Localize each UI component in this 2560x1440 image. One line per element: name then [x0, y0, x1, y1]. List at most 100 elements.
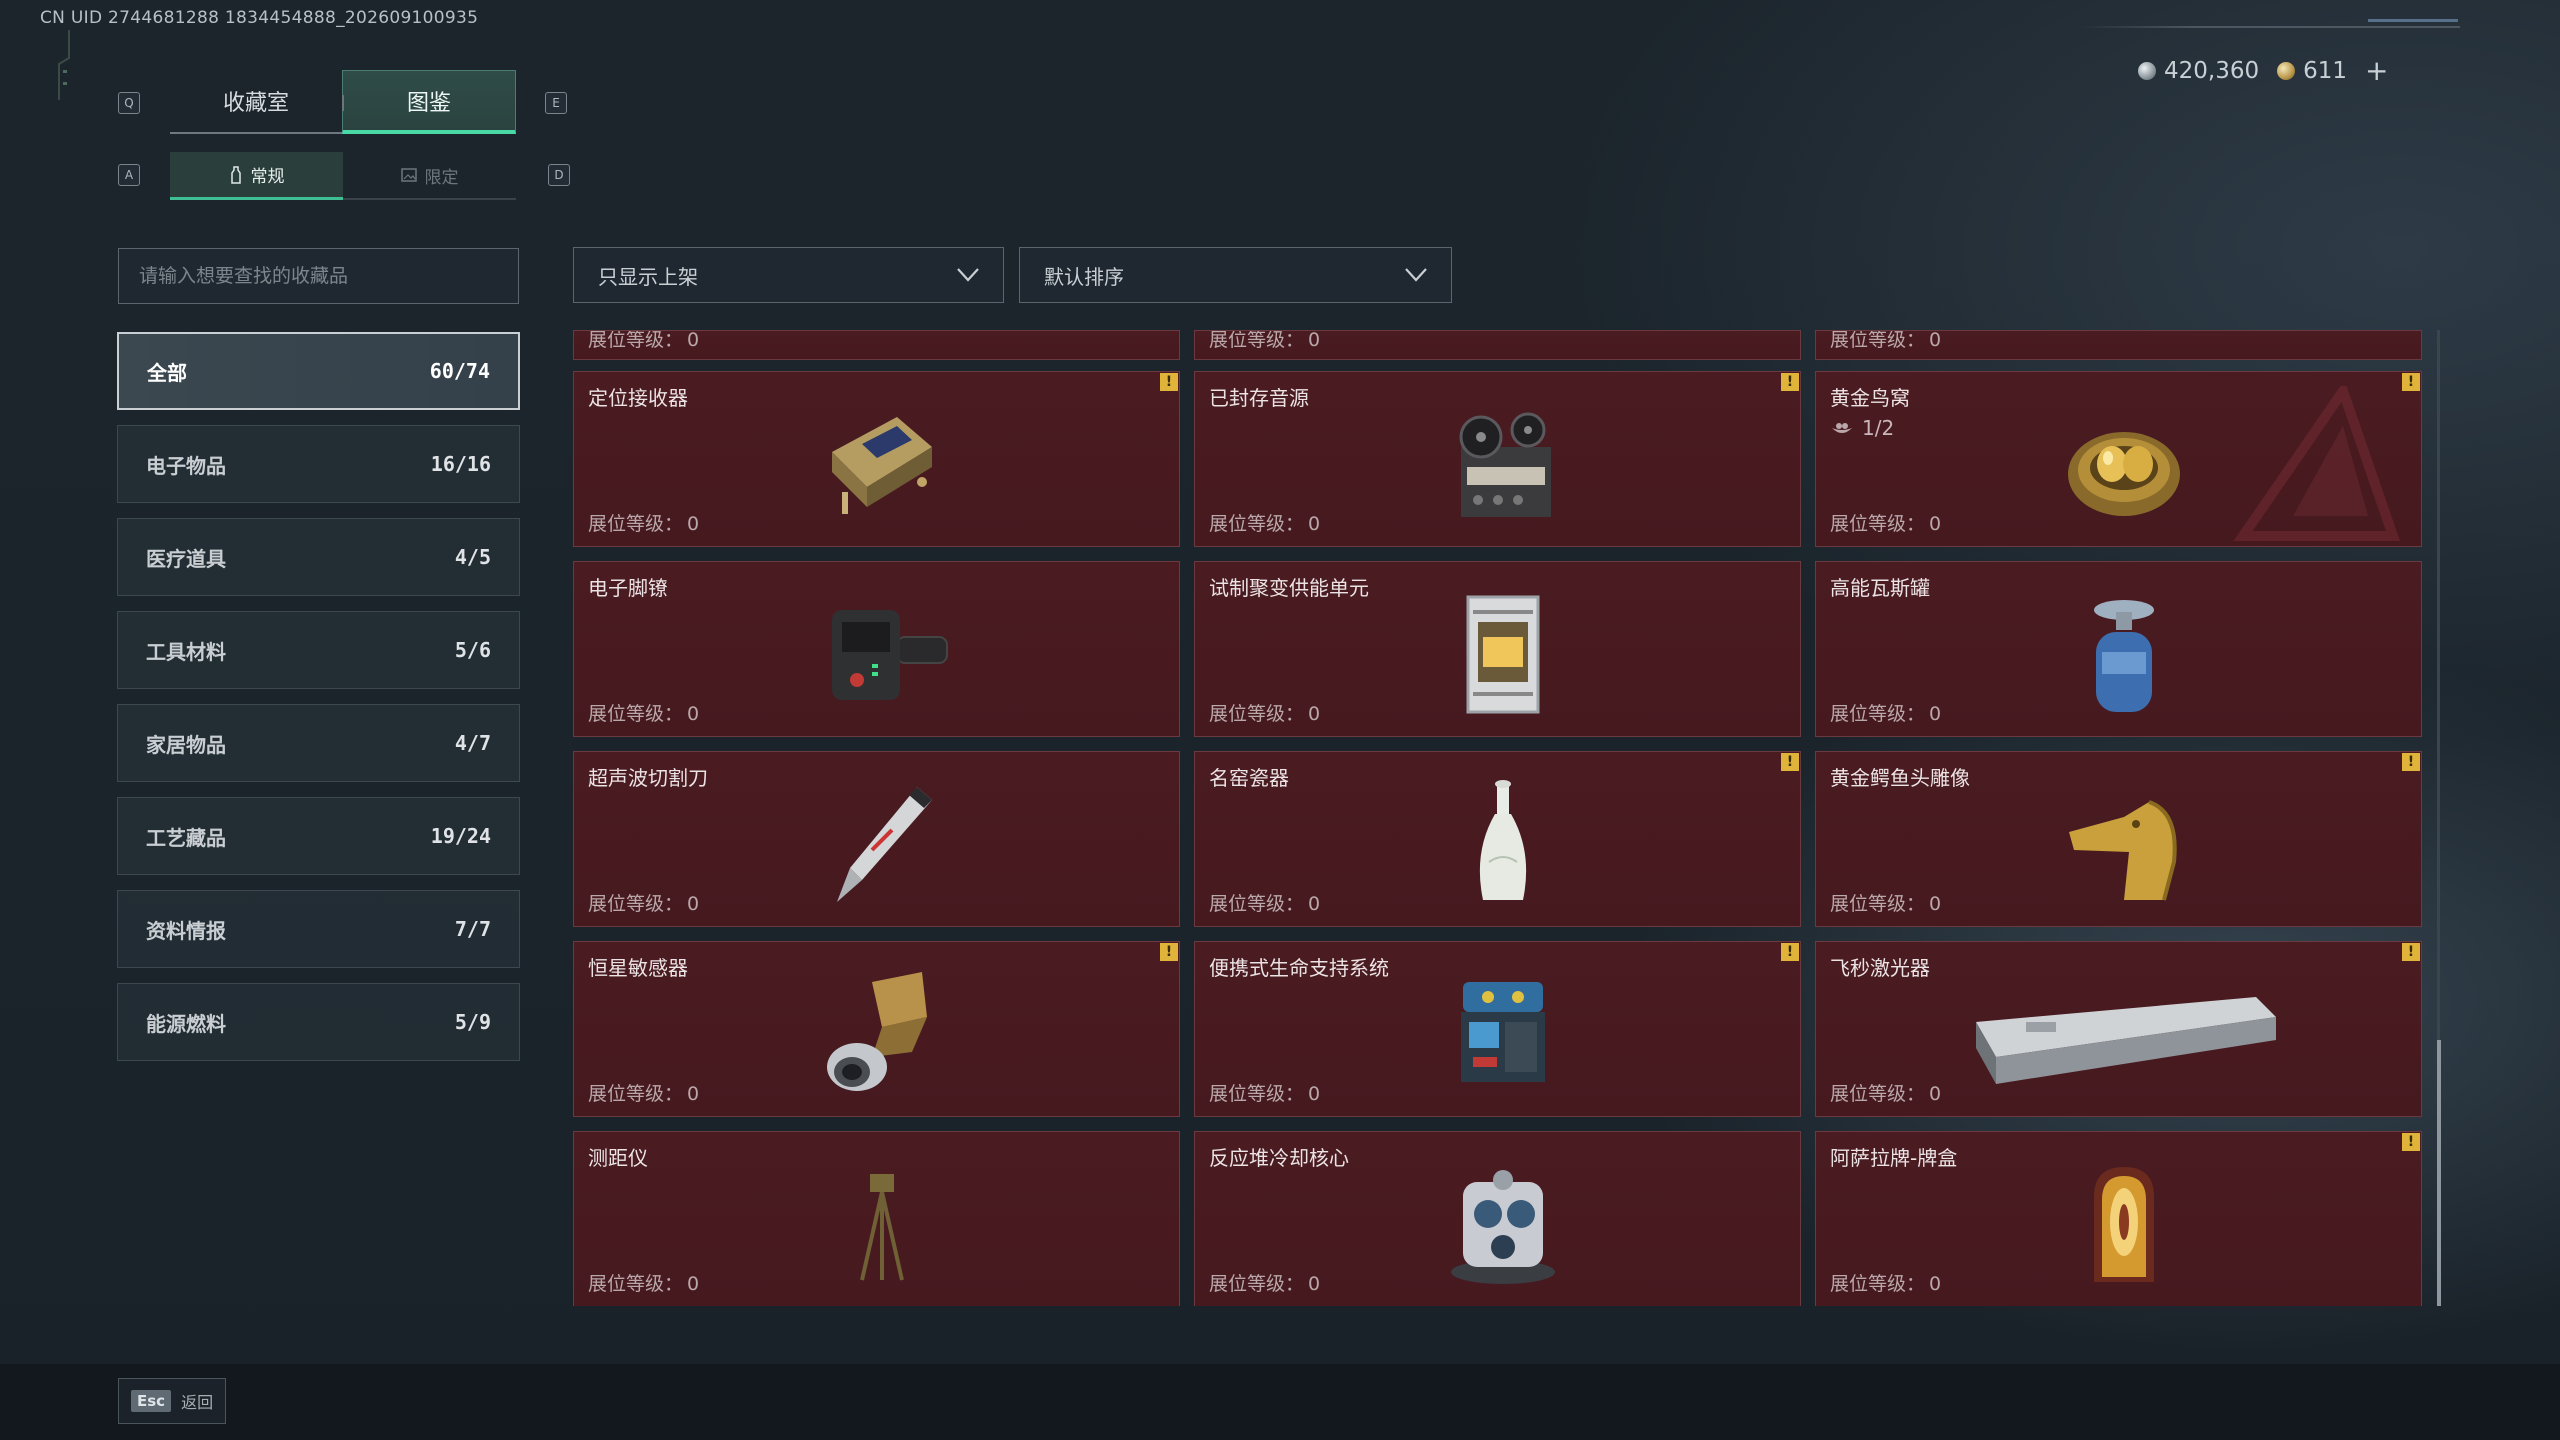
- item-card[interactable]: 已封存音源 ! 展位等级： 0: [1194, 371, 1801, 547]
- filter-dropdown[interactable]: 只显示上架: [573, 247, 1004, 303]
- display-level: 展位等级： 0: [588, 513, 700, 535]
- category-crafts[interactable]: 工艺藏品 19/24: [117, 797, 520, 875]
- category-count: 4/5: [454, 545, 491, 569]
- tab-collection-room[interactable]: 收藏室: [170, 70, 342, 134]
- item-name: 阿萨拉牌-牌盒: [1830, 1146, 1958, 1170]
- item-name: 电子脚镣: [588, 576, 668, 600]
- subtab-label: 常规: [250, 167, 285, 187]
- add-currency-button[interactable]: +: [2365, 54, 2388, 87]
- item-name: 超声波切割刀: [588, 766, 708, 790]
- category-medical[interactable]: 医疗道具 4/5: [117, 518, 520, 596]
- filter-value: 只显示上架: [598, 264, 698, 289]
- category-all[interactable]: 全部 60/74: [117, 332, 520, 410]
- reel-recorder-icon: [1459, 412, 1551, 517]
- uid-watermark: CN UID 2744681288 1834454888_20260910093…: [40, 8, 479, 28]
- display-level: 展位等级： 0: [1209, 513, 1321, 535]
- grid-scrollbar-thumb[interactable]: [2437, 1040, 2441, 1306]
- item-name: 黄金鸟窝: [1830, 386, 1910, 410]
- progress-count: 1/2: [1862, 416, 1895, 440]
- back-button[interactable]: Esc 返回: [118, 1378, 227, 1424]
- item-card-partial[interactable]: 展位等级： 0: [1194, 330, 1801, 360]
- sub-tabs: 常规 限定: [170, 152, 516, 200]
- item-grid: 展位等级： 0 展位等级： 0 展位等级： 0 定位接收器 ! 展位等级： 0 已封存音…: [572, 330, 2426, 1306]
- display-level: 展位等级： 0: [588, 330, 700, 351]
- item-card[interactable]: 阿萨拉牌-牌盒 ! 展位等级： 0: [1815, 1131, 2422, 1306]
- new-badge: !: [1781, 943, 1799, 961]
- silver-amount: 420,360: [2164, 57, 2260, 84]
- item-card[interactable]: 超声波切割刀 展位等级： 0: [573, 751, 1180, 927]
- item-card[interactable]: 黄金鳄鱼头雕像 ! 展位等级： 0: [1815, 751, 2422, 927]
- item-card[interactable]: 电子脚镣 展位等级： 0: [573, 561, 1180, 737]
- topbar-accent: [2368, 19, 2458, 22]
- display-level: 展位等级： 0: [588, 893, 700, 915]
- item-card[interactable]: 名窑瓷器 ! 展位等级： 0: [1194, 751, 1801, 927]
- item-card-partial[interactable]: 展位等级： 0: [1815, 330, 2422, 360]
- tab-codex[interactable]: 图鉴: [342, 70, 516, 134]
- new-badge: !: [2402, 373, 2420, 391]
- item-card[interactable]: 黄金鸟窝 1/2 ! 展位等级： 0: [1815, 371, 2422, 547]
- item-card-partial[interactable]: 展位等级： 0: [573, 330, 1180, 360]
- display-level: 展位等级： 0: [1830, 1273, 1942, 1295]
- new-badge: !: [1781, 753, 1799, 771]
- image-frame-icon: [400, 168, 417, 182]
- item-card[interactable]: 试制聚变供能单元 展位等级： 0: [1194, 561, 1801, 737]
- silver-balance: 420,360: [2138, 58, 2259, 84]
- item-card[interactable]: 反应堆冷却核心 展位等级： 0: [1194, 1131, 1801, 1306]
- item-card[interactable]: 测距仪 展位等级： 0: [573, 1131, 1180, 1306]
- category-household[interactable]: 家居物品 4/7: [117, 704, 520, 782]
- category-energy[interactable]: 能源燃料 5/9: [117, 983, 520, 1061]
- item-name: 名窑瓷器: [1209, 766, 1289, 790]
- collection-progress: 1/2: [1830, 416, 1894, 440]
- tab-label: 图鉴: [406, 90, 451, 116]
- gold-balance: 611: [2277, 58, 2347, 84]
- category-name: 资料情报: [146, 918, 226, 943]
- femtosecond-laser-icon: [1976, 997, 2276, 1084]
- item-name: 恒星敏感器: [588, 956, 688, 980]
- category-count: 5/9: [454, 1010, 491, 1034]
- reactor-core-icon: [1451, 1170, 1555, 1284]
- category-count: 19/24: [430, 824, 491, 848]
- item-card[interactable]: 定位接收器 ! 展位等级： 0: [573, 371, 1180, 547]
- new-badge: !: [2402, 1133, 2420, 1151]
- display-level: 展位等级： 0: [1209, 1083, 1321, 1105]
- category-name: 工艺藏品: [146, 825, 226, 850]
- item-card[interactable]: 高能瓦斯罐 展位等级： 0: [1815, 561, 2422, 737]
- category-electronics[interactable]: 电子物品 16/16: [117, 425, 520, 503]
- sort-value: 默认排序: [1044, 264, 1124, 289]
- display-level: 展位等级： 0: [1209, 330, 1321, 351]
- subtab-regular[interactable]: 常规: [170, 152, 343, 200]
- item-card[interactable]: 飞秒激光器 ! 展位等级： 0: [1815, 941, 2422, 1117]
- category-tools[interactable]: 工具材料 5/6: [117, 611, 520, 689]
- hotkey-next-tab[interactable]: E: [545, 92, 567, 114]
- esc-key-label: Esc: [131, 1390, 172, 1412]
- star-sensor-icon: [827, 972, 927, 1091]
- category-list: 全部 60/74 电子物品 16/16 医疗道具 4/5 工具材料 5/6 家居…: [117, 332, 520, 1076]
- sort-dropdown[interactable]: 默认排序: [1019, 247, 1452, 303]
- bottom-bar: [0, 1364, 2560, 1440]
- faction-logo-watermark: [2233, 386, 2401, 541]
- topbar-divider: [2080, 26, 2460, 28]
- new-badge: !: [1160, 943, 1178, 961]
- fusion-cell-icon: [1466, 595, 1540, 714]
- gold-coin-icon: [2277, 61, 2296, 80]
- item-name: 飞秒激光器: [1830, 956, 1930, 980]
- category-name: 家居物品: [146, 732, 226, 757]
- hotkey-next-subtab[interactable]: D: [548, 164, 570, 186]
- display-level: 展位等级： 0: [1209, 1273, 1321, 1295]
- display-level: 展位等级： 0: [1830, 1083, 1942, 1105]
- ankle-monitor-icon: [832, 610, 948, 700]
- gold-amount: 611: [2303, 57, 2348, 84]
- category-intel[interactable]: 资料情报 7/7: [117, 890, 520, 968]
- display-level: 展位等级： 0: [1830, 893, 1942, 915]
- hotkey-prev-tab[interactable]: Q: [118, 92, 140, 114]
- search-input[interactable]: [118, 248, 519, 304]
- subtab-limited[interactable]: 限定: [343, 152, 516, 200]
- item-card[interactable]: 恒星敏感器 ! 展位等级： 0: [573, 941, 1180, 1117]
- display-level: 展位等级： 0: [588, 1083, 700, 1105]
- new-badge: !: [1160, 373, 1178, 391]
- main-tabs: 收藏室 图鉴: [170, 70, 516, 134]
- display-level: 展位等级： 0: [1209, 703, 1321, 725]
- display-level: 展位等级： 0: [1209, 893, 1321, 915]
- hotkey-prev-subtab[interactable]: A: [118, 164, 140, 186]
- item-card[interactable]: 便携式生命支持系统 ! 展位等级： 0: [1194, 941, 1801, 1117]
